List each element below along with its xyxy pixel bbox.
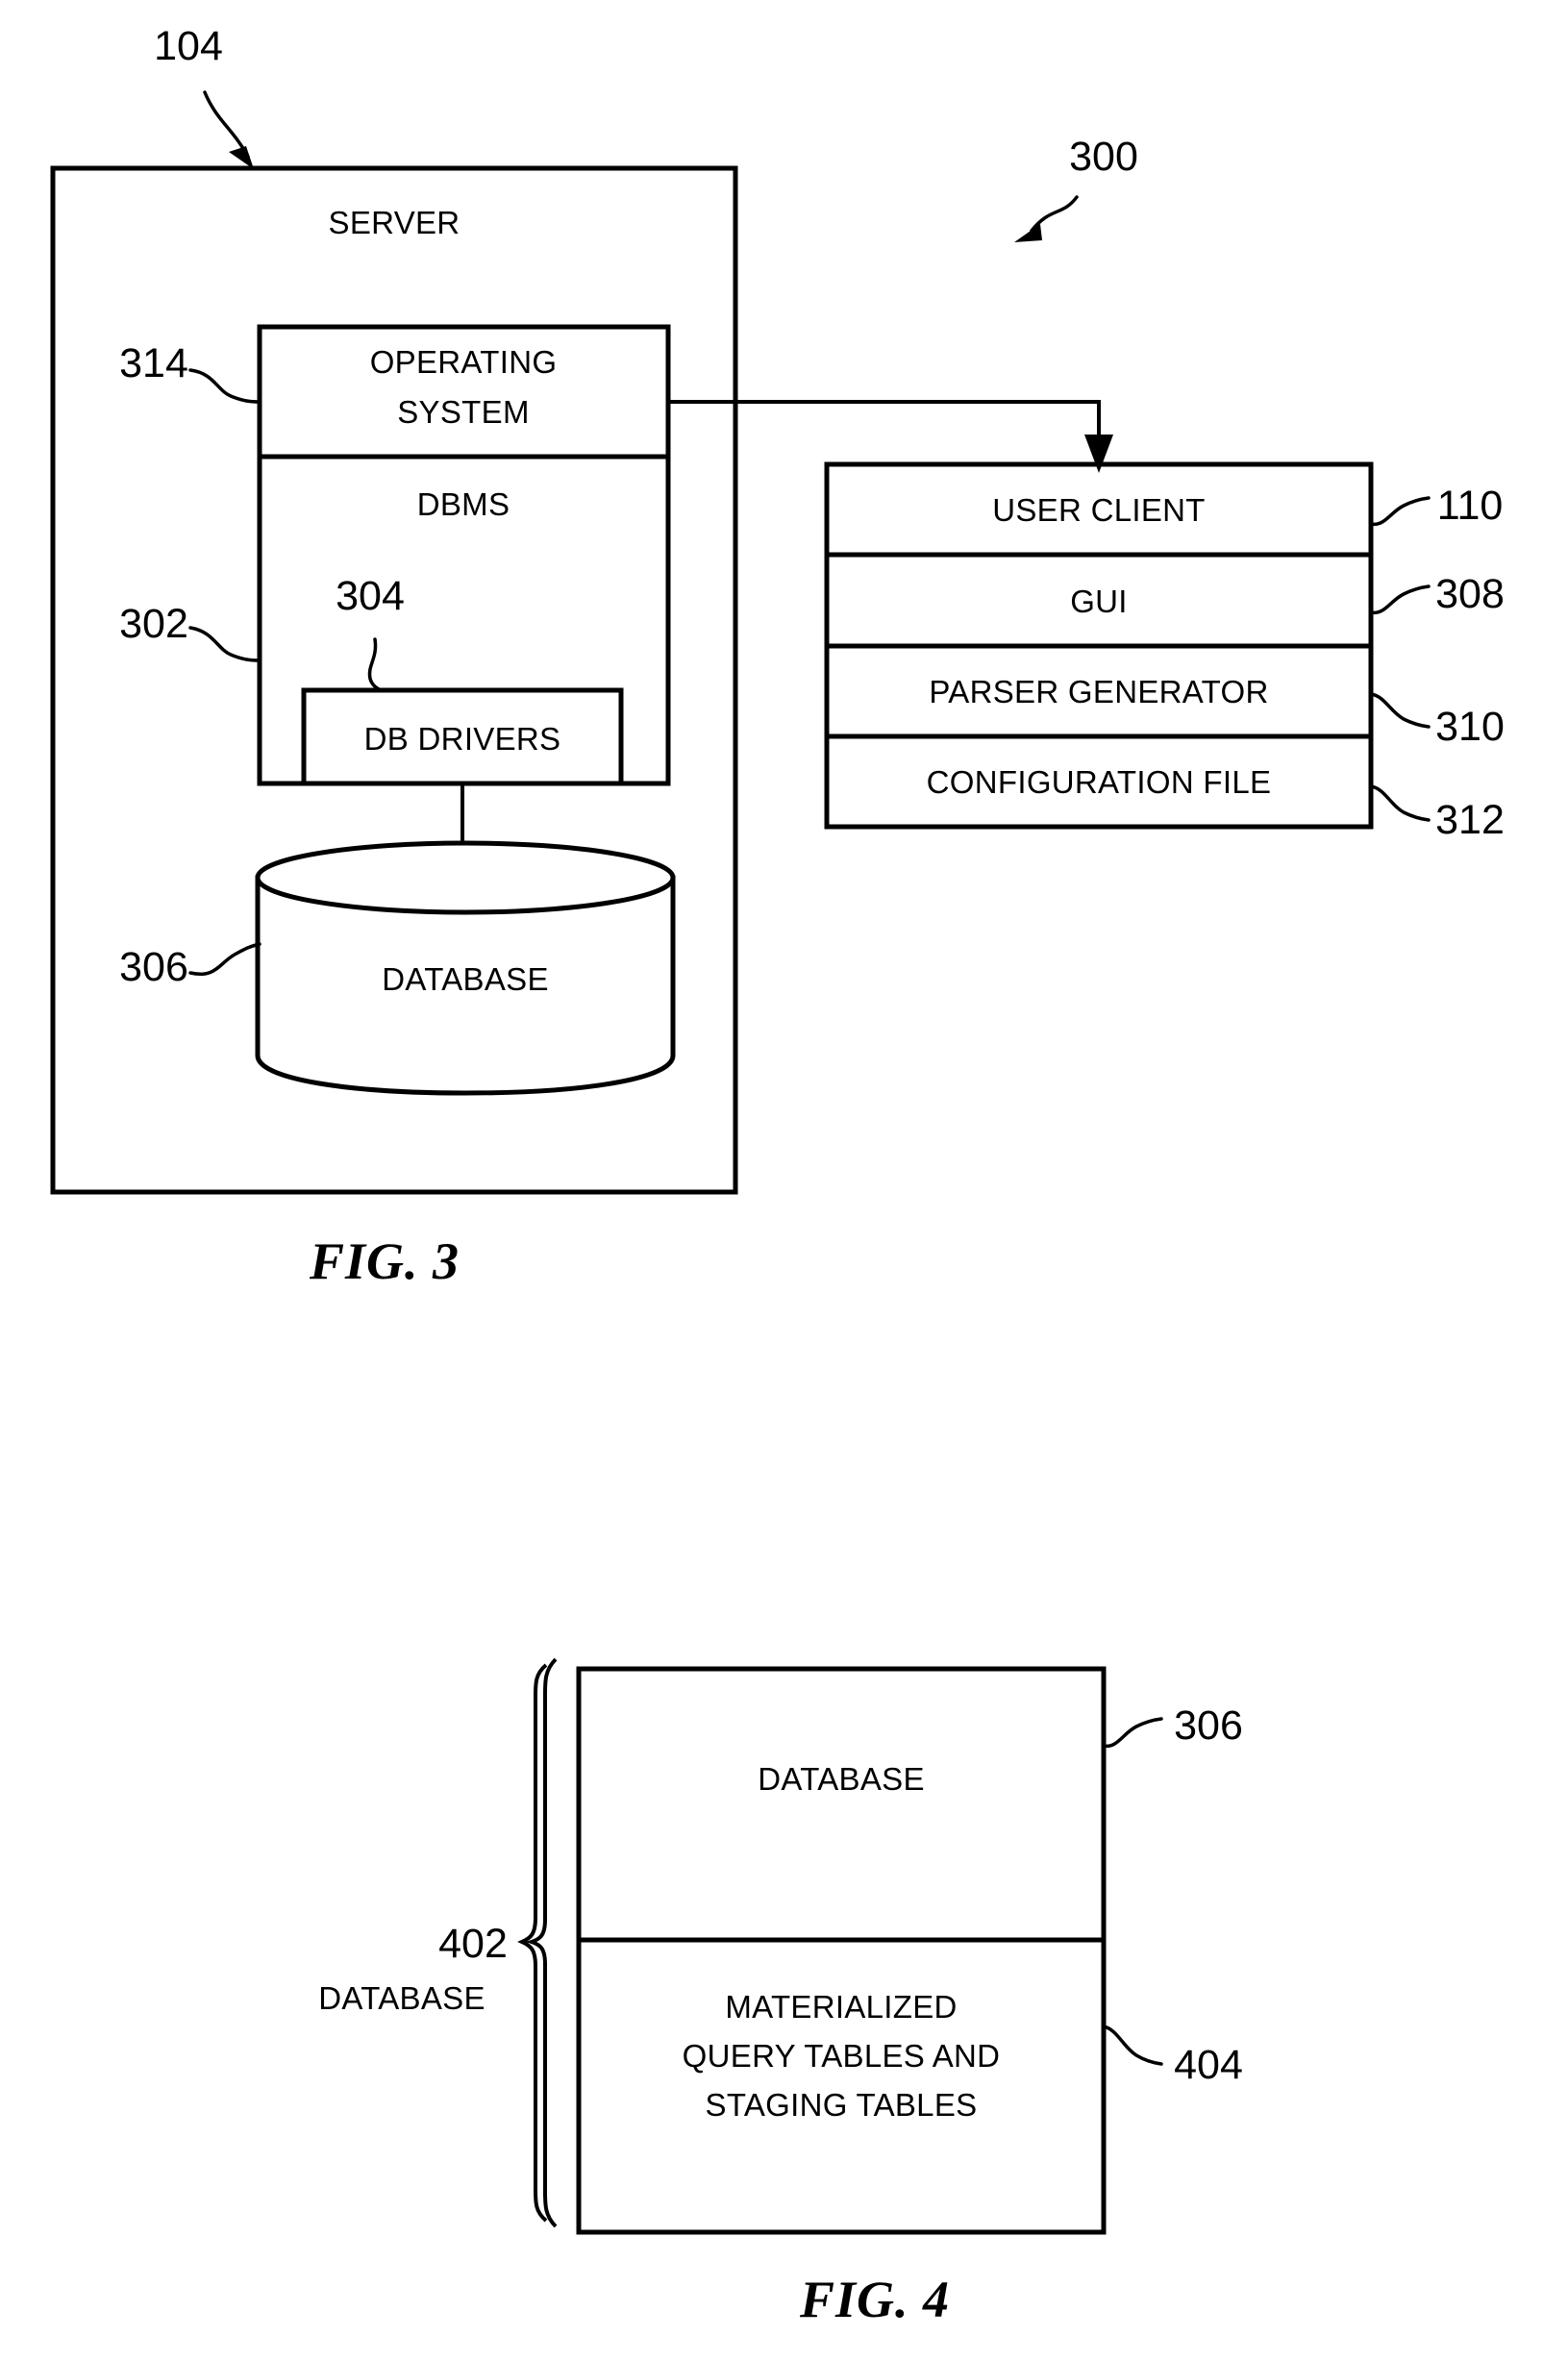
leader-line-110: [1369, 496, 1431, 527]
ref-number-306-fig4: 306: [1174, 1702, 1243, 1749]
fig4-row2-label-line3: STAGING TABLES: [706, 2087, 978, 2123]
ref-number-308: 308: [1435, 571, 1505, 617]
dbms-label: DBMS: [417, 486, 510, 522]
leader-line-306-fig3: [188, 942, 261, 977]
db-drivers-label: DB DRIVERS: [364, 721, 561, 757]
fig4-row1-label: DATABASE: [758, 1761, 925, 1797]
fig4-row2-label-line1: MATERIALIZED: [725, 1989, 957, 2025]
figure-3-group: 104 SERVER 300 OPERATING SYSTEM DBMS 314…: [50, 23, 1505, 1290]
os-to-user-client-connector: [668, 400, 1101, 450]
database-cylinder-top: [255, 840, 676, 915]
patent-drawing-sheet: 104 SERVER 300 OPERATING SYSTEM DBMS 314…: [0, 0, 1568, 2361]
leader-line-404: [1102, 2025, 1163, 2066]
arrowhead-300: [1014, 224, 1042, 242]
ref-number-302: 302: [119, 601, 188, 647]
database-label: DATABASE: [382, 961, 549, 997]
ref-number-402: 402: [438, 1921, 508, 1967]
ref-number-104: 104: [154, 23, 223, 69]
leader-line-104: [203, 90, 250, 159]
leader-line-302: [188, 626, 261, 662]
arrowhead-os-to-user-client: [1084, 435, 1113, 473]
fig4-row2-label-line2: QUERY TABLES AND: [683, 2038, 1001, 2074]
operating-system-label-line1: OPERATING: [370, 344, 558, 380]
fig4-database-box: [576, 1666, 1107, 2235]
figure-4-group: DATABASE MATERIALIZED QUERY TABLES AND S…: [318, 1657, 1243, 2328]
gui-label: GUI: [1070, 584, 1128, 619]
arrowhead-104: [229, 146, 254, 169]
ref-number-300: 300: [1069, 134, 1138, 180]
ref-number-110: 110: [1437, 483, 1504, 529]
operating-system-label-line2: SYSTEM: [397, 394, 530, 430]
leader-line-306-fig4: [1102, 1717, 1163, 1749]
figure-4-caption: FIG. 4: [799, 2271, 950, 2328]
leader-line-304: [367, 637, 383, 692]
server-label: SERVER: [329, 205, 460, 240]
figure-3-caption: FIG. 3: [309, 1232, 460, 1290]
user-client-label: USER CLIENT: [992, 492, 1206, 528]
ref-number-404: 404: [1174, 2042, 1243, 2088]
ref-number-310: 310: [1435, 704, 1505, 750]
ref-number-304: 304: [336, 573, 405, 619]
leader-line-312: [1369, 784, 1431, 822]
ref-number-314: 314: [119, 340, 188, 386]
leader-line-314: [188, 368, 261, 404]
leader-line-308: [1369, 584, 1431, 615]
configuration-file-label: CONFIGURATION FILE: [927, 764, 1272, 800]
ref-number-306-fig3: 306: [119, 944, 188, 990]
parser-generator-label: PARSER GENERATOR: [929, 674, 1268, 709]
fig4-brace-label: DATABASE: [318, 1980, 485, 2016]
leader-line-310: [1369, 692, 1431, 729]
ref-number-312: 312: [1435, 797, 1505, 843]
